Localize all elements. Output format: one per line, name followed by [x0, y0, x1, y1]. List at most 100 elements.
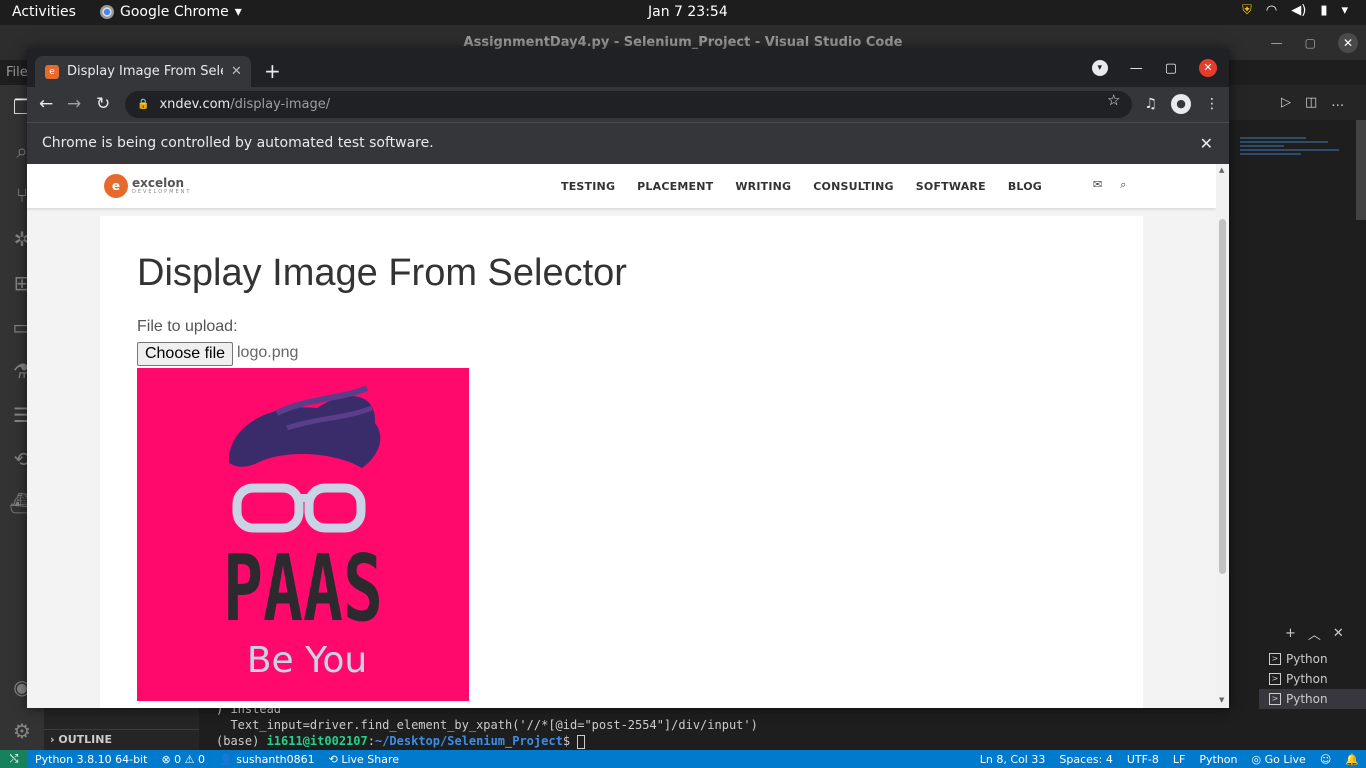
close-icon[interactable]: ✕: [1199, 59, 1217, 77]
preview-text: PAAS: [223, 535, 383, 642]
encoding[interactable]: UTF-8: [1120, 753, 1166, 766]
page-scrollbar[interactable]: ▲ ▼: [1216, 164, 1229, 708]
remote-icon[interactable]: ⤭: [0, 750, 28, 768]
menu-item-writing[interactable]: WRITING: [735, 180, 791, 193]
chrome-menu-icon[interactable]: ⋮: [1205, 96, 1219, 112]
scrollbar-thumb[interactable]: [1219, 219, 1226, 574]
live-share-status[interactable]: ⟲ Live Share: [322, 753, 406, 766]
address-bar[interactable]: 🔒 xndev.com/display-image/: [125, 91, 1132, 118]
account-name: sushanth0861: [236, 752, 315, 766]
status-bar: ⤭ Python 3.8.10 64-bit ⊗ 0 ⚠ 0 👤 sushant…: [0, 750, 1366, 768]
go-live-label: Go Live: [1264, 752, 1306, 766]
terminal-item[interactable]: > Python: [1259, 669, 1366, 689]
split-editor-icon[interactable]: ◫: [1305, 95, 1317, 110]
clock[interactable]: Jan 7 23:54: [648, 4, 728, 20]
scroll-down-icon[interactable]: ▼: [1219, 696, 1224, 704]
broadcast-icon: ◎: [1251, 752, 1265, 766]
bookmark-star-icon[interactable]: ☆: [1107, 91, 1120, 109]
minimap[interactable]: [1240, 135, 1350, 175]
notifications-icon[interactable]: 🔔: [1338, 753, 1366, 766]
lock-icon: 🔒: [137, 99, 150, 110]
problems-count[interactable]: ⊗ 0 ⚠ 0: [154, 753, 212, 766]
terminal-item[interactable]: > Python: [1259, 689, 1366, 709]
minimize-icon[interactable]: —: [1271, 36, 1283, 50]
header-icons: ✉ ⌕: [1093, 178, 1126, 192]
logo-subtitle: DEVELOPMENT: [132, 189, 192, 195]
page-viewport: e excelon DEVELOPMENT TESTING PLACEMENT …: [27, 164, 1229, 708]
more-icon[interactable]: …: [1331, 95, 1344, 110]
system-tray[interactable]: ⛨ ◠ ◀) ▮ ▾: [1242, 3, 1348, 18]
system-top-bar: Activities Google Chrome ▾ Jan 7 23:54 ⛨…: [0, 0, 1366, 25]
menu-item-blog[interactable]: BLOG: [1008, 180, 1042, 193]
browser-tab[interactable]: e Display Image From Selector ✕: [35, 56, 251, 87]
menu-item-consulting[interactable]: CONSULTING: [813, 180, 894, 193]
terminal-item[interactable]: > Python: [1259, 649, 1366, 669]
profile-avatar[interactable]: ●: [1171, 94, 1191, 114]
menu-item-testing[interactable]: TESTING: [561, 180, 615, 193]
back-icon[interactable]: ←: [39, 94, 53, 114]
language-mode[interactable]: Python: [1192, 753, 1244, 766]
app-menu-label: Google Chrome: [120, 4, 229, 20]
outline-section[interactable]: › OUTLINE: [44, 729, 199, 749]
shield-icon: ⛨: [1242, 3, 1252, 18]
go-live-button[interactable]: ◎ Go Live: [1245, 753, 1313, 766]
terminal-item-label: Python: [1286, 692, 1328, 706]
choose-file-button[interactable]: Choose file: [137, 342, 233, 366]
new-tab-button[interactable]: +: [264, 59, 281, 83]
terminal-cursor: [577, 734, 586, 749]
menu-item-software[interactable]: SOFTWARE: [916, 180, 986, 193]
media-control-icon[interactable]: ♫: [1144, 96, 1157, 112]
toolbar-right: ♫ ● ⋮: [1144, 94, 1219, 114]
activities-button[interactable]: Activities: [12, 4, 76, 20]
add-terminal-icon[interactable]: +: [1285, 626, 1296, 641]
python-interpreter[interactable]: Python 3.8.10 64-bit: [28, 753, 154, 766]
end-of-line[interactable]: LF: [1166, 753, 1192, 766]
tab-title: Display Image From Selector: [67, 64, 223, 79]
run-icon[interactable]: ▷: [1281, 95, 1291, 110]
chrome-window-controls: ▾ — ▢ ✕: [1091, 59, 1217, 77]
logo-name: excelon: [132, 176, 185, 190]
chrome-icon: [100, 5, 114, 19]
terminal-item-label: Python: [1286, 672, 1328, 686]
logo-mark-icon: e: [104, 174, 128, 198]
terminal-icon: >: [1269, 653, 1281, 665]
close-panel-icon[interactable]: ✕: [1333, 626, 1344, 641]
menu-file[interactable]: File: [6, 65, 28, 80]
maximize-panel-icon[interactable]: ︿: [1308, 624, 1321, 643]
live-share-icon: ⟲: [328, 752, 342, 766]
tab-search-icon[interactable]: ▾: [1091, 60, 1108, 76]
url-path: /display-image/: [230, 97, 331, 112]
tab-close-icon[interactable]: ✕: [231, 64, 242, 79]
app-menu[interactable]: Google Chrome ▾: [100, 4, 242, 20]
account-status[interactable]: 👤 sushanth0861: [212, 753, 322, 766]
infobar-close-icon[interactable]: ✕: [1200, 134, 1213, 153]
envelope-icon[interactable]: ✉: [1093, 178, 1102, 192]
indentation[interactable]: Spaces: 4: [1052, 753, 1119, 766]
search-icon[interactable]: ⌕: [1120, 178, 1126, 192]
editor-scrollbar[interactable]: [1356, 120, 1366, 220]
file-upload-label: File to upload:: [137, 318, 238, 335]
editor-actions: ▷ ◫ …: [1229, 85, 1366, 120]
minimize-icon[interactable]: —: [1130, 61, 1143, 76]
terminal[interactable]: ) instead Text_input=driver.find_element…: [199, 701, 1259, 753]
prompt-path: ~/Desktop/Selenium_Project: [374, 734, 563, 748]
site-header: e excelon DEVELOPMENT TESTING PLACEMENT …: [27, 164, 1216, 208]
automation-infobar: Chrome is being controlled by automated …: [27, 122, 1229, 164]
chevron-down-icon: ▾: [234, 4, 242, 20]
maximize-icon[interactable]: ▢: [1305, 36, 1316, 50]
maximize-icon[interactable]: ▢: [1165, 61, 1177, 76]
forward-icon[interactable]: →: [67, 94, 81, 114]
user-icon: 👤: [219, 752, 237, 766]
close-icon[interactable]: ✕: [1338, 33, 1358, 53]
cursor-position[interactable]: Ln 8, Col 33: [973, 753, 1053, 766]
chevron-down-icon: ▾: [1341, 3, 1348, 18]
scroll-up-icon[interactable]: ▲: [1219, 166, 1224, 174]
reload-icon[interactable]: ↻: [96, 94, 110, 114]
content-card: Display Image From Selector File to uplo…: [100, 216, 1143, 708]
site-logo[interactable]: e excelon DEVELOPMENT: [104, 174, 191, 198]
url-host: xndev.com: [159, 97, 231, 112]
settings-gear-icon[interactable]: ⚙: [0, 709, 44, 753]
terminal-icon: >: [1269, 693, 1281, 705]
feedback-icon[interactable]: ☺: [1313, 753, 1338, 766]
menu-item-placement[interactable]: PLACEMENT: [637, 180, 713, 193]
